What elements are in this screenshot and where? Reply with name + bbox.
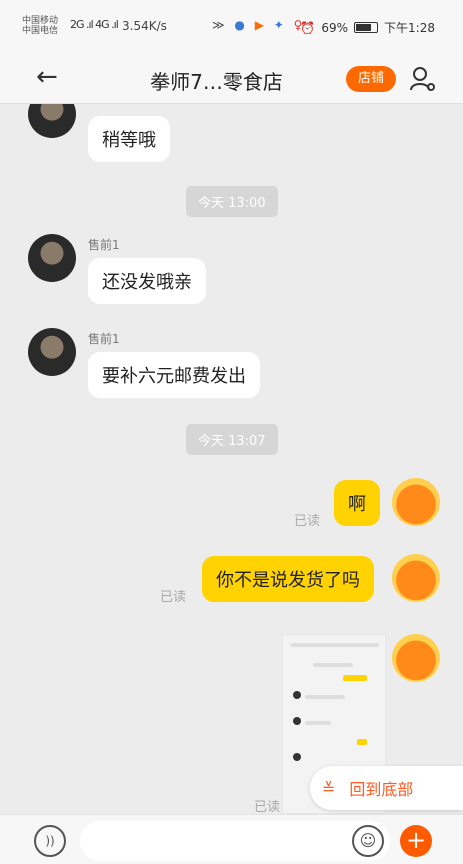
notification-icons: ≫ ● ▶ ✦ ♀ <box>212 18 308 32</box>
image-detail <box>357 739 367 745</box>
battery-percent: 69% <box>321 20 349 35</box>
back-to-bottom-button[interactable]: ≚ 回到底部 <box>310 766 463 810</box>
image-detail <box>293 717 301 725</box>
message-bubble[interactable]: 还没发哦亲 <box>88 258 206 304</box>
read-receipt: 已读 <box>294 514 321 529</box>
back-to-bottom-label: 回到底部 <box>349 780 414 799</box>
message-bubble-mine[interactable]: 你不是说发货了吗 <box>202 556 374 602</box>
sender-name: 售前1 <box>88 332 120 346</box>
message-input[interactable] <box>80 821 390 861</box>
chat-header: ← 拳师7…零食店 店铺 <box>0 52 463 104</box>
carrier-names: 中国移动 中国电信 <box>22 16 58 36</box>
seller-avatar[interactable] <box>28 328 76 376</box>
image-detail <box>313 663 353 667</box>
carrier-1: 中国移动 <box>22 16 59 26</box>
signal-icon: 2G .ıl 4G .ıl <box>70 18 119 31</box>
carrier-2: 中国电信 <box>22 26 59 36</box>
emoji-icon[interactable]: ☺ <box>352 825 384 857</box>
seller-avatar[interactable] <box>28 234 76 282</box>
message-list[interactable]: 稍等哦 今天 13:00 售前1 还没发哦亲 售前1 要补六元邮费发出 今天 1… <box>0 104 463 814</box>
battery-icon <box>354 22 379 33</box>
image-detail <box>305 695 345 699</box>
app-icon: ≫ <box>212 18 225 32</box>
status-bar: 中国移动 中国电信 2G .ıl 4G .ıl 3.54K/s ≫ ● ▶ ✦ … <box>0 0 463 52</box>
timestamp: 今天 13:00 <box>186 186 278 217</box>
clock: 下午1:28 <box>384 21 435 35</box>
image-detail <box>293 691 301 699</box>
app-icon: ▶ <box>254 18 264 32</box>
message-bubble[interactable]: 要补六元邮费发出 <box>88 352 260 398</box>
seller-avatar[interactable] <box>28 104 76 138</box>
double-chevron-down-icon: ≚ <box>322 778 336 798</box>
voice-icon[interactable]: )) <box>34 825 66 857</box>
app-icon: ✦ <box>273 18 284 32</box>
image-detail <box>293 753 301 761</box>
status-right: ⏰ 69% 下午1:28 <box>300 19 435 36</box>
image-detail <box>291 643 379 647</box>
image-detail <box>305 721 331 725</box>
shop-button[interactable]: 店铺 <box>346 66 396 92</box>
my-avatar[interactable] <box>392 478 440 526</box>
my-avatar[interactable] <box>392 554 440 602</box>
read-receipt: 已读 <box>254 800 281 814</box>
sender-name: 售前1 <box>88 238 120 252</box>
app-icon: ● <box>234 18 245 32</box>
plus-icon[interactable]: + <box>400 825 432 857</box>
user-settings-icon[interactable] <box>408 64 436 92</box>
image-detail <box>343 675 367 681</box>
message-bubble[interactable]: 稍等哦 <box>88 116 170 162</box>
network-speed: 3.54K/s <box>122 19 167 33</box>
alarm-icon: ⏰ <box>300 20 316 35</box>
my-avatar[interactable] <box>392 634 440 682</box>
input-bar: )) ☺ + <box>0 814 463 864</box>
read-receipt: 已读 <box>160 590 187 605</box>
message-bubble-mine[interactable]: 啊 <box>334 480 380 526</box>
timestamp: 今天 13:07 <box>186 424 278 455</box>
